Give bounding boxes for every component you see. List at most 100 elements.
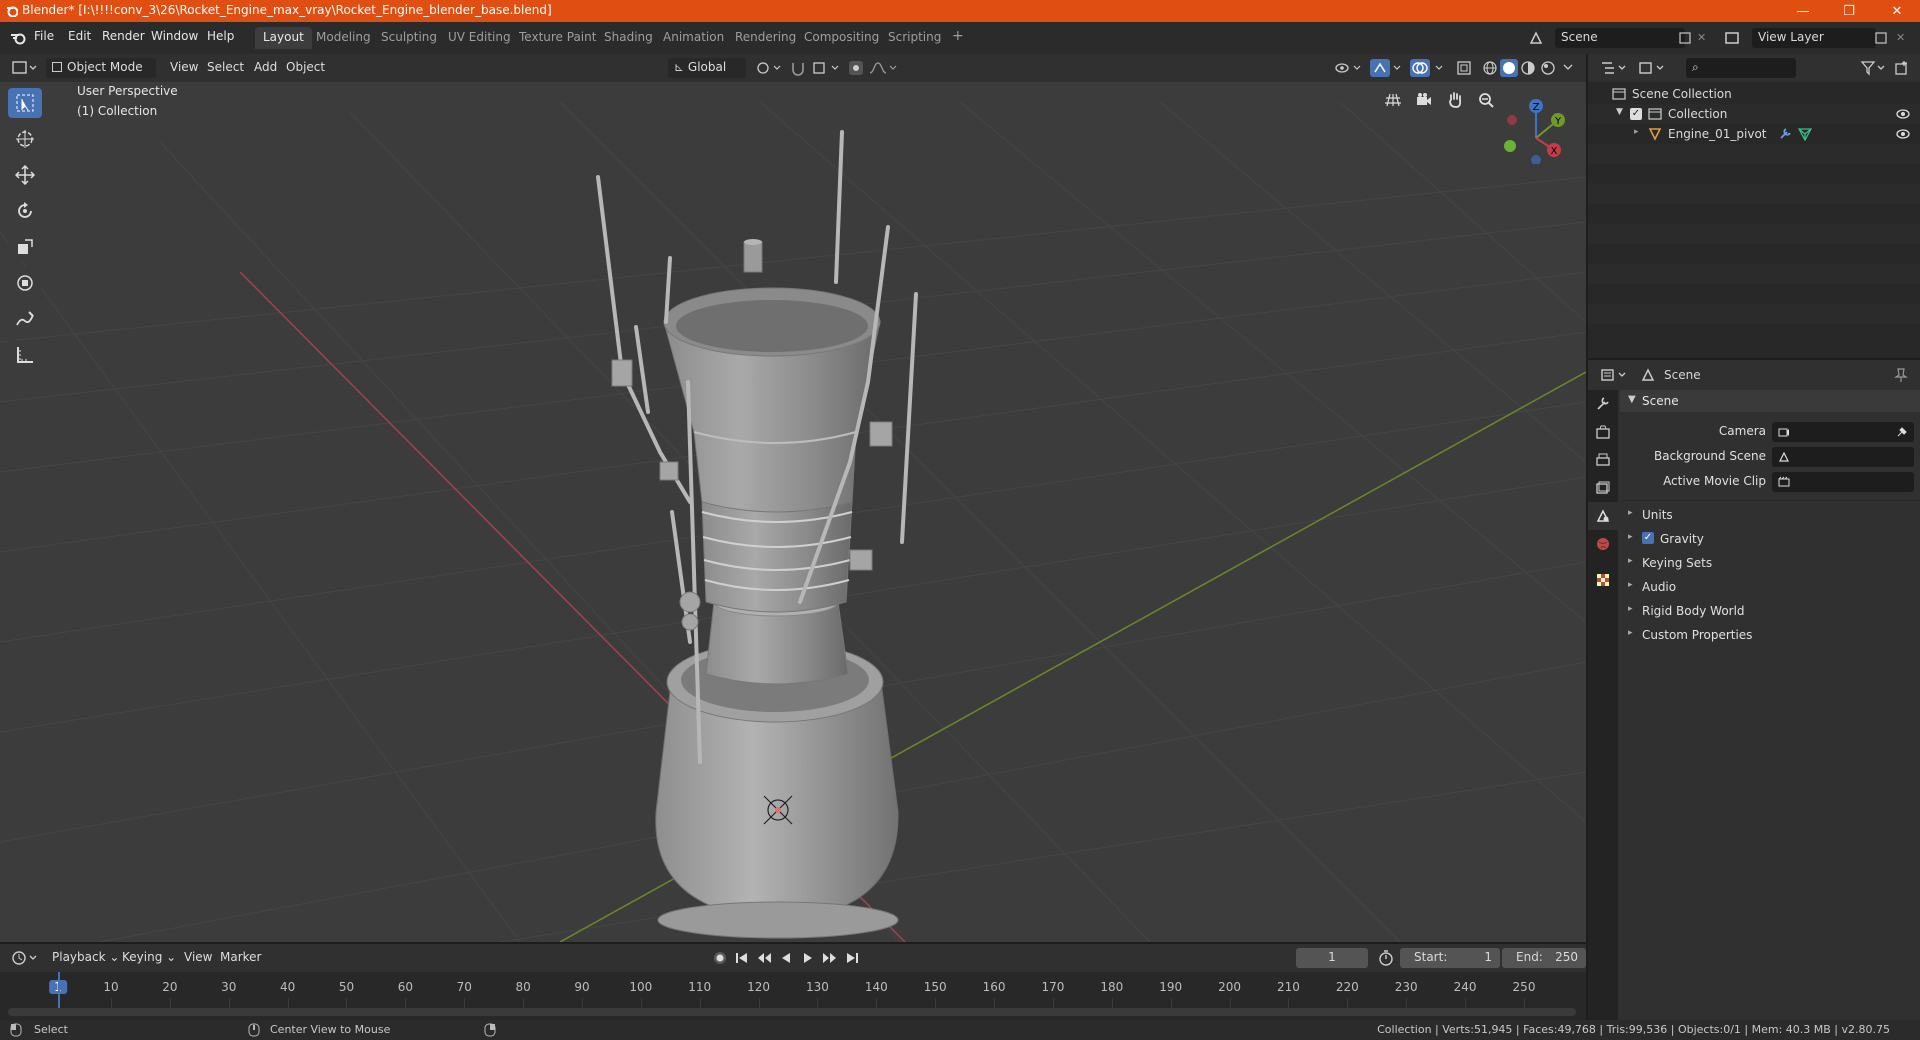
scene-panel-header[interactable]: ▼ Scene — [1620, 390, 1920, 412]
orientation-dropdown[interactable]: ⊾ Global ⌄ — [668, 58, 746, 88]
add-workspace-button[interactable]: + — [944, 25, 972, 47]
tab-sculpting[interactable]: Sculpting — [373, 27, 445, 49]
delete-scene-icon[interactable]: ✕ — [1697, 31, 1706, 44]
tab-scripting[interactable]: Scripting — [880, 27, 949, 49]
menu-keying[interactable]: Keying ⌄ — [116, 948, 182, 968]
minimize-button[interactable]: — — [1780, 0, 1826, 22]
solid-shading-icon[interactable] — [1500, 59, 1518, 77]
next-keyframe-icon[interactable] — [822, 950, 838, 966]
navigation-gizmo[interactable]: Z Y X — [1498, 88, 1574, 164]
gravity-checkbox[interactable]: ✓ — [1642, 532, 1654, 544]
custom-properties-section[interactable]: ▸ Custom Properties — [1620, 624, 1920, 646]
filter-icon[interactable] — [1860, 60, 1888, 76]
play-reverse-icon[interactable] — [778, 950, 794, 966]
tab-texture-paint[interactable]: Texture Paint — [511, 27, 604, 49]
pin-icon[interactable] — [1894, 367, 1908, 383]
material-shading-icon[interactable] — [1520, 60, 1536, 76]
expand-object-icon[interactable]: ▸ — [1634, 127, 1639, 137]
prev-keyframe-icon[interactable] — [756, 950, 772, 966]
jump-start-icon[interactable] — [734, 950, 750, 966]
eye-icon[interactable] — [1896, 128, 1910, 140]
tab-compositing[interactable]: Compositing — [796, 27, 887, 49]
measure-tool[interactable] — [8, 340, 42, 370]
pivot-point-icon[interactable] — [756, 61, 784, 75]
record-icon[interactable] — [712, 950, 728, 966]
select-box-tool[interactable] — [8, 88, 42, 118]
rendered-shading-icon[interactable] — [1540, 60, 1556, 76]
menu-object[interactable]: Object — [280, 58, 331, 78]
menu-file[interactable]: File — [34, 29, 54, 43]
menu-marker[interactable]: Marker — [214, 948, 267, 968]
close-button[interactable]: ✕ — [1874, 0, 1920, 22]
view-layer-icon[interactable] — [1724, 30, 1740, 46]
tab-modeling[interactable]: Modeling — [308, 27, 379, 49]
keying-sets-section[interactable]: ▸ Keying Sets — [1620, 552, 1920, 574]
editor-type-icon[interactable] — [12, 60, 38, 76]
menu-edit[interactable]: Edit — [68, 29, 91, 43]
view-layer-selector[interactable]: View Layer — [1752, 28, 1876, 48]
menu-add[interactable]: Add — [248, 58, 283, 78]
menu-render[interactable]: Render — [102, 29, 145, 43]
scale-tool[interactable] — [8, 232, 42, 262]
overlays-toggle-icon[interactable] — [1410, 59, 1446, 77]
modifier-wrench-icon[interactable] — [1778, 127, 1792, 141]
menu-playback[interactable]: Playback ⌄ — [46, 948, 125, 968]
mesh-data-icon[interactable] — [1798, 127, 1812, 141]
expand-units-icon[interactable]: ▸ — [1628, 508, 1633, 518]
tab-animation[interactable]: Animation — [655, 27, 732, 49]
timeline-scrollbar[interactable] — [8, 1008, 1576, 1016]
visibility-dropdown-icon[interactable] — [1334, 60, 1364, 76]
stopwatch-icon[interactable] — [1378, 950, 1394, 966]
playhead-line[interactable] — [58, 972, 60, 1012]
annotate-tool[interactable] — [8, 304, 42, 334]
active-movie-clip-field[interactable] — [1772, 472, 1914, 492]
snap-icon[interactable] — [790, 60, 806, 76]
expand-keying-sets-icon[interactable]: ▸ — [1628, 556, 1633, 566]
menu-help[interactable]: Help — [207, 29, 234, 43]
audio-section[interactable]: ▸ Audio — [1620, 576, 1920, 598]
play-icon[interactable] — [800, 950, 816, 966]
display-mode-icon[interactable] — [1638, 60, 1666, 76]
tab-shading[interactable]: Shading — [596, 27, 661, 49]
start-frame-field[interactable]: Start: 1 — [1400, 948, 1500, 968]
expand-rigid-body-icon[interactable]: ▸ — [1628, 604, 1633, 614]
tab-rendering[interactable]: Rendering — [727, 27, 804, 49]
new-scene-icon[interactable] — [1678, 31, 1692, 45]
timeline-editor-type-icon[interactable] — [12, 950, 38, 966]
tab-layout[interactable]: Layout — [255, 27, 312, 49]
tab-view-layer[interactable] — [1588, 474, 1618, 502]
outliner-row-scene-collection[interactable]: Scene Collection — [1588, 84, 1920, 104]
expand-collection-icon[interactable]: ▼ — [1616, 107, 1623, 117]
tab-scene[interactable] — [1588, 502, 1618, 530]
toggle-grid-view-button[interactable] — [1380, 87, 1406, 113]
falloff-icon[interactable] — [868, 60, 898, 76]
mode-dropdown[interactable]: Object Mode ⌄ — [46, 58, 156, 88]
timeline-area[interactable]: 1102030405060708090100110120130140150160… — [0, 972, 1586, 1020]
scene-icon[interactable] — [1528, 30, 1544, 46]
blender-menu-icon[interactable] — [10, 31, 26, 45]
eye-icon[interactable] — [1896, 108, 1910, 120]
wireframe-shading-icon[interactable] — [1482, 60, 1498, 76]
expand-custom-properties-icon[interactable]: ▸ — [1628, 628, 1633, 638]
scene-selector[interactable]: Scene — [1555, 28, 1685, 48]
zoom-view-button[interactable] — [1473, 87, 1499, 113]
tab-output[interactable] — [1588, 446, 1618, 474]
properties-editor-type-icon[interactable] — [1600, 367, 1628, 383]
xray-toggle-icon[interactable] — [1456, 60, 1472, 76]
current-frame-field[interactable]: 1 — [1296, 948, 1368, 968]
camera-view-button[interactable] — [1411, 87, 1437, 113]
new-view-layer-icon[interactable] — [1874, 31, 1888, 45]
rotate-tool[interactable] — [8, 196, 42, 226]
new-collection-icon[interactable] — [1894, 60, 1910, 76]
frame-ruler[interactable]: 1102030405060708090100110120130140150160… — [0, 972, 1586, 1008]
proportional-editing-icon[interactable] — [848, 60, 864, 76]
delete-view-layer-icon[interactable]: ✕ — [1896, 31, 1905, 44]
expand-audio-icon[interactable]: ▸ — [1628, 580, 1633, 590]
outliner-editor-type-icon[interactable] — [1600, 60, 1628, 76]
tab-world[interactable] — [1588, 530, 1618, 558]
background-scene-field[interactable] — [1772, 447, 1914, 467]
outliner-search-input[interactable]: ⌕ — [1686, 58, 1796, 78]
3d-viewport[interactable]: User Perspective (1) Collection Z Y X — [0, 82, 1586, 942]
expand-gravity-icon[interactable]: ▸ — [1628, 532, 1633, 542]
shading-dropdown-icon[interactable] — [1562, 63, 1574, 73]
